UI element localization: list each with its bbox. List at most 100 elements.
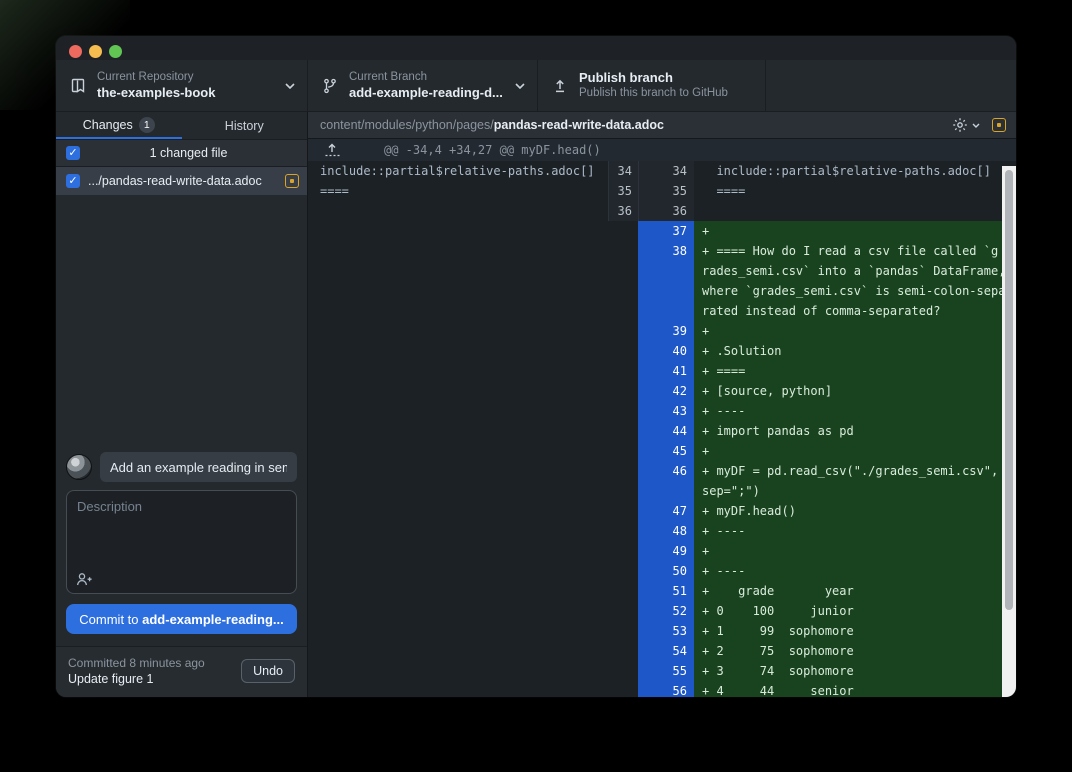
old-line-number[interactable] (608, 281, 638, 301)
new-line-number[interactable]: 56 (638, 681, 694, 697)
new-line-number[interactable] (638, 481, 694, 501)
old-line-number[interactable] (608, 501, 638, 521)
diff-row[interactable]: 45+ (308, 441, 1016, 461)
new-line-number[interactable]: 40 (638, 341, 694, 361)
diff-row[interactable]: 55+ 3 74 sophomore (308, 661, 1016, 681)
diff-row[interactable]: 52+ 0 100 junior (308, 601, 1016, 621)
new-line-number[interactable]: 43 (638, 401, 694, 421)
diff-row[interactable]: 56+ 4 44 senior (308, 681, 1016, 697)
current-branch-selector[interactable]: Current Branch add-example-reading-d... (308, 60, 538, 111)
old-line-number[interactable]: 36 (608, 201, 638, 221)
close-window-button[interactable] (69, 45, 82, 58)
new-line-number[interactable]: 48 (638, 521, 694, 541)
new-line-number[interactable]: 39 (638, 321, 694, 341)
old-line-number[interactable] (608, 221, 638, 241)
old-line-number[interactable] (608, 461, 638, 481)
commit-description-input[interactable] (67, 491, 296, 569)
new-line-number[interactable] (638, 301, 694, 321)
tab-changes[interactable]: Changes 1 (56, 112, 182, 139)
publish-branch-button[interactable]: Publish branch Publish this branch to Gi… (538, 60, 766, 111)
commit-button[interactable]: Commit to add-example-reading... (66, 604, 297, 634)
old-line-number[interactable] (608, 361, 638, 381)
new-line-number[interactable]: 44 (638, 421, 694, 441)
diff-row[interactable]: ====3535 ==== (308, 181, 1016, 201)
new-line-number[interactable]: 46 (638, 461, 694, 481)
diff-row[interactable]: 40+ .Solution (308, 341, 1016, 361)
new-line-number[interactable]: 34 (638, 161, 694, 181)
tab-history[interactable]: History (182, 112, 308, 139)
diff-row[interactable]: rated instead of comma-separated? (308, 301, 1016, 321)
diff-row[interactable]: sep=";") (308, 481, 1016, 501)
minimize-window-button[interactable] (89, 45, 102, 58)
diff-row[interactable]: 49+ (308, 541, 1016, 561)
old-line-number[interactable] (608, 381, 638, 401)
new-line-number[interactable]: 37 (638, 221, 694, 241)
add-co-author-icon[interactable] (76, 572, 94, 586)
new-line-number[interactable]: 35 (638, 181, 694, 201)
zoom-window-button[interactable] (109, 45, 122, 58)
scrollbar-thumb[interactable] (1005, 170, 1013, 610)
new-line-number[interactable]: 51 (638, 581, 694, 601)
undo-button[interactable]: Undo (241, 659, 295, 683)
diff-row[interactable]: 41+ ==== (308, 361, 1016, 381)
old-line-number[interactable] (608, 441, 638, 461)
new-line-number[interactable]: 53 (638, 621, 694, 641)
old-line-number[interactable] (608, 541, 638, 561)
current-repository-selector[interactable]: Current Repository the-examples-book (56, 60, 308, 111)
select-all-checkbox[interactable]: ✓ (66, 146, 80, 160)
old-line-number[interactable] (608, 321, 638, 341)
new-line-number[interactable]: 38 (638, 241, 694, 261)
diff-row[interactable]: 46+ myDF = pd.read_csv("./grades_semi.cs… (308, 461, 1016, 481)
diff-row[interactable]: 44+ import pandas as pd (308, 421, 1016, 441)
old-line-number[interactable] (608, 421, 638, 441)
diff-options-button[interactable] (952, 117, 980, 133)
new-line-number[interactable]: 45 (638, 441, 694, 461)
diff-row[interactable]: 53+ 1 99 sophomore (308, 621, 1016, 641)
diff-scrollbar[interactable] (1002, 166, 1016, 697)
old-line-number[interactable] (608, 581, 638, 601)
new-line-number[interactable]: 50 (638, 561, 694, 581)
diff-row[interactable]: 54+ 2 75 sophomore (308, 641, 1016, 661)
new-line-number[interactable]: 55 (638, 661, 694, 681)
old-line-number[interactable] (608, 521, 638, 541)
old-line-number[interactable] (608, 481, 638, 501)
new-line-number[interactable]: 52 (638, 601, 694, 621)
diff-row[interactable]: 50+ ---- (308, 561, 1016, 581)
diff-row[interactable]: 42+ [source, python] (308, 381, 1016, 401)
expand-hunk-up-icon[interactable] (324, 143, 340, 158)
diff-row[interactable]: 48+ ---- (308, 521, 1016, 541)
new-line-number[interactable]: 49 (638, 541, 694, 561)
commit-summary-input[interactable] (100, 452, 297, 482)
diff-row[interactable]: 47+ myDF.head() (308, 501, 1016, 521)
diff-row[interactable]: 51+ grade year (308, 581, 1016, 601)
old-line-number[interactable] (608, 301, 638, 321)
old-line-number[interactable] (608, 341, 638, 361)
new-line-number[interactable]: 41 (638, 361, 694, 381)
old-line-number[interactable] (608, 661, 638, 681)
new-line-number[interactable] (638, 261, 694, 281)
old-line-number[interactable] (608, 401, 638, 421)
new-line-number[interactable]: 54 (638, 641, 694, 661)
old-line-number[interactable] (608, 641, 638, 661)
diff-row[interactable]: 43+ ---- (308, 401, 1016, 421)
diff-content[interactable]: @@ -34,4 +34,27 @@ myDF.head() include::… (308, 139, 1016, 697)
old-line-number[interactable]: 34 (608, 161, 638, 181)
changed-file-row[interactable]: ✓ .../pandas-read-write-data.adoc (56, 167, 307, 195)
old-line-number[interactable] (608, 261, 638, 281)
old-line-number[interactable]: 35 (608, 181, 638, 201)
diff-row[interactable]: 38+ ==== How do I read a csv file called… (308, 241, 1016, 261)
new-line-number[interactable]: 47 (638, 501, 694, 521)
old-line-number[interactable] (608, 601, 638, 621)
old-line-number[interactable] (608, 621, 638, 641)
diff-row[interactable]: 37+ (308, 221, 1016, 241)
new-line-number[interactable] (638, 281, 694, 301)
diff-row[interactable]: include::partial$relative-paths.adoc[]34… (308, 161, 1016, 181)
new-line-number[interactable]: 36 (638, 201, 694, 221)
new-line-number[interactable]: 42 (638, 381, 694, 401)
diff-row[interactable]: 3636 (308, 201, 1016, 221)
old-line-number[interactable] (608, 561, 638, 581)
diff-row[interactable]: where `grades_semi.csv` is semi-colon-se… (308, 281, 1016, 301)
diff-row[interactable]: rades_semi.csv` into a `pandas` DataFram… (308, 261, 1016, 281)
file-checkbox[interactable]: ✓ (66, 174, 80, 188)
old-line-number[interactable] (608, 681, 638, 697)
